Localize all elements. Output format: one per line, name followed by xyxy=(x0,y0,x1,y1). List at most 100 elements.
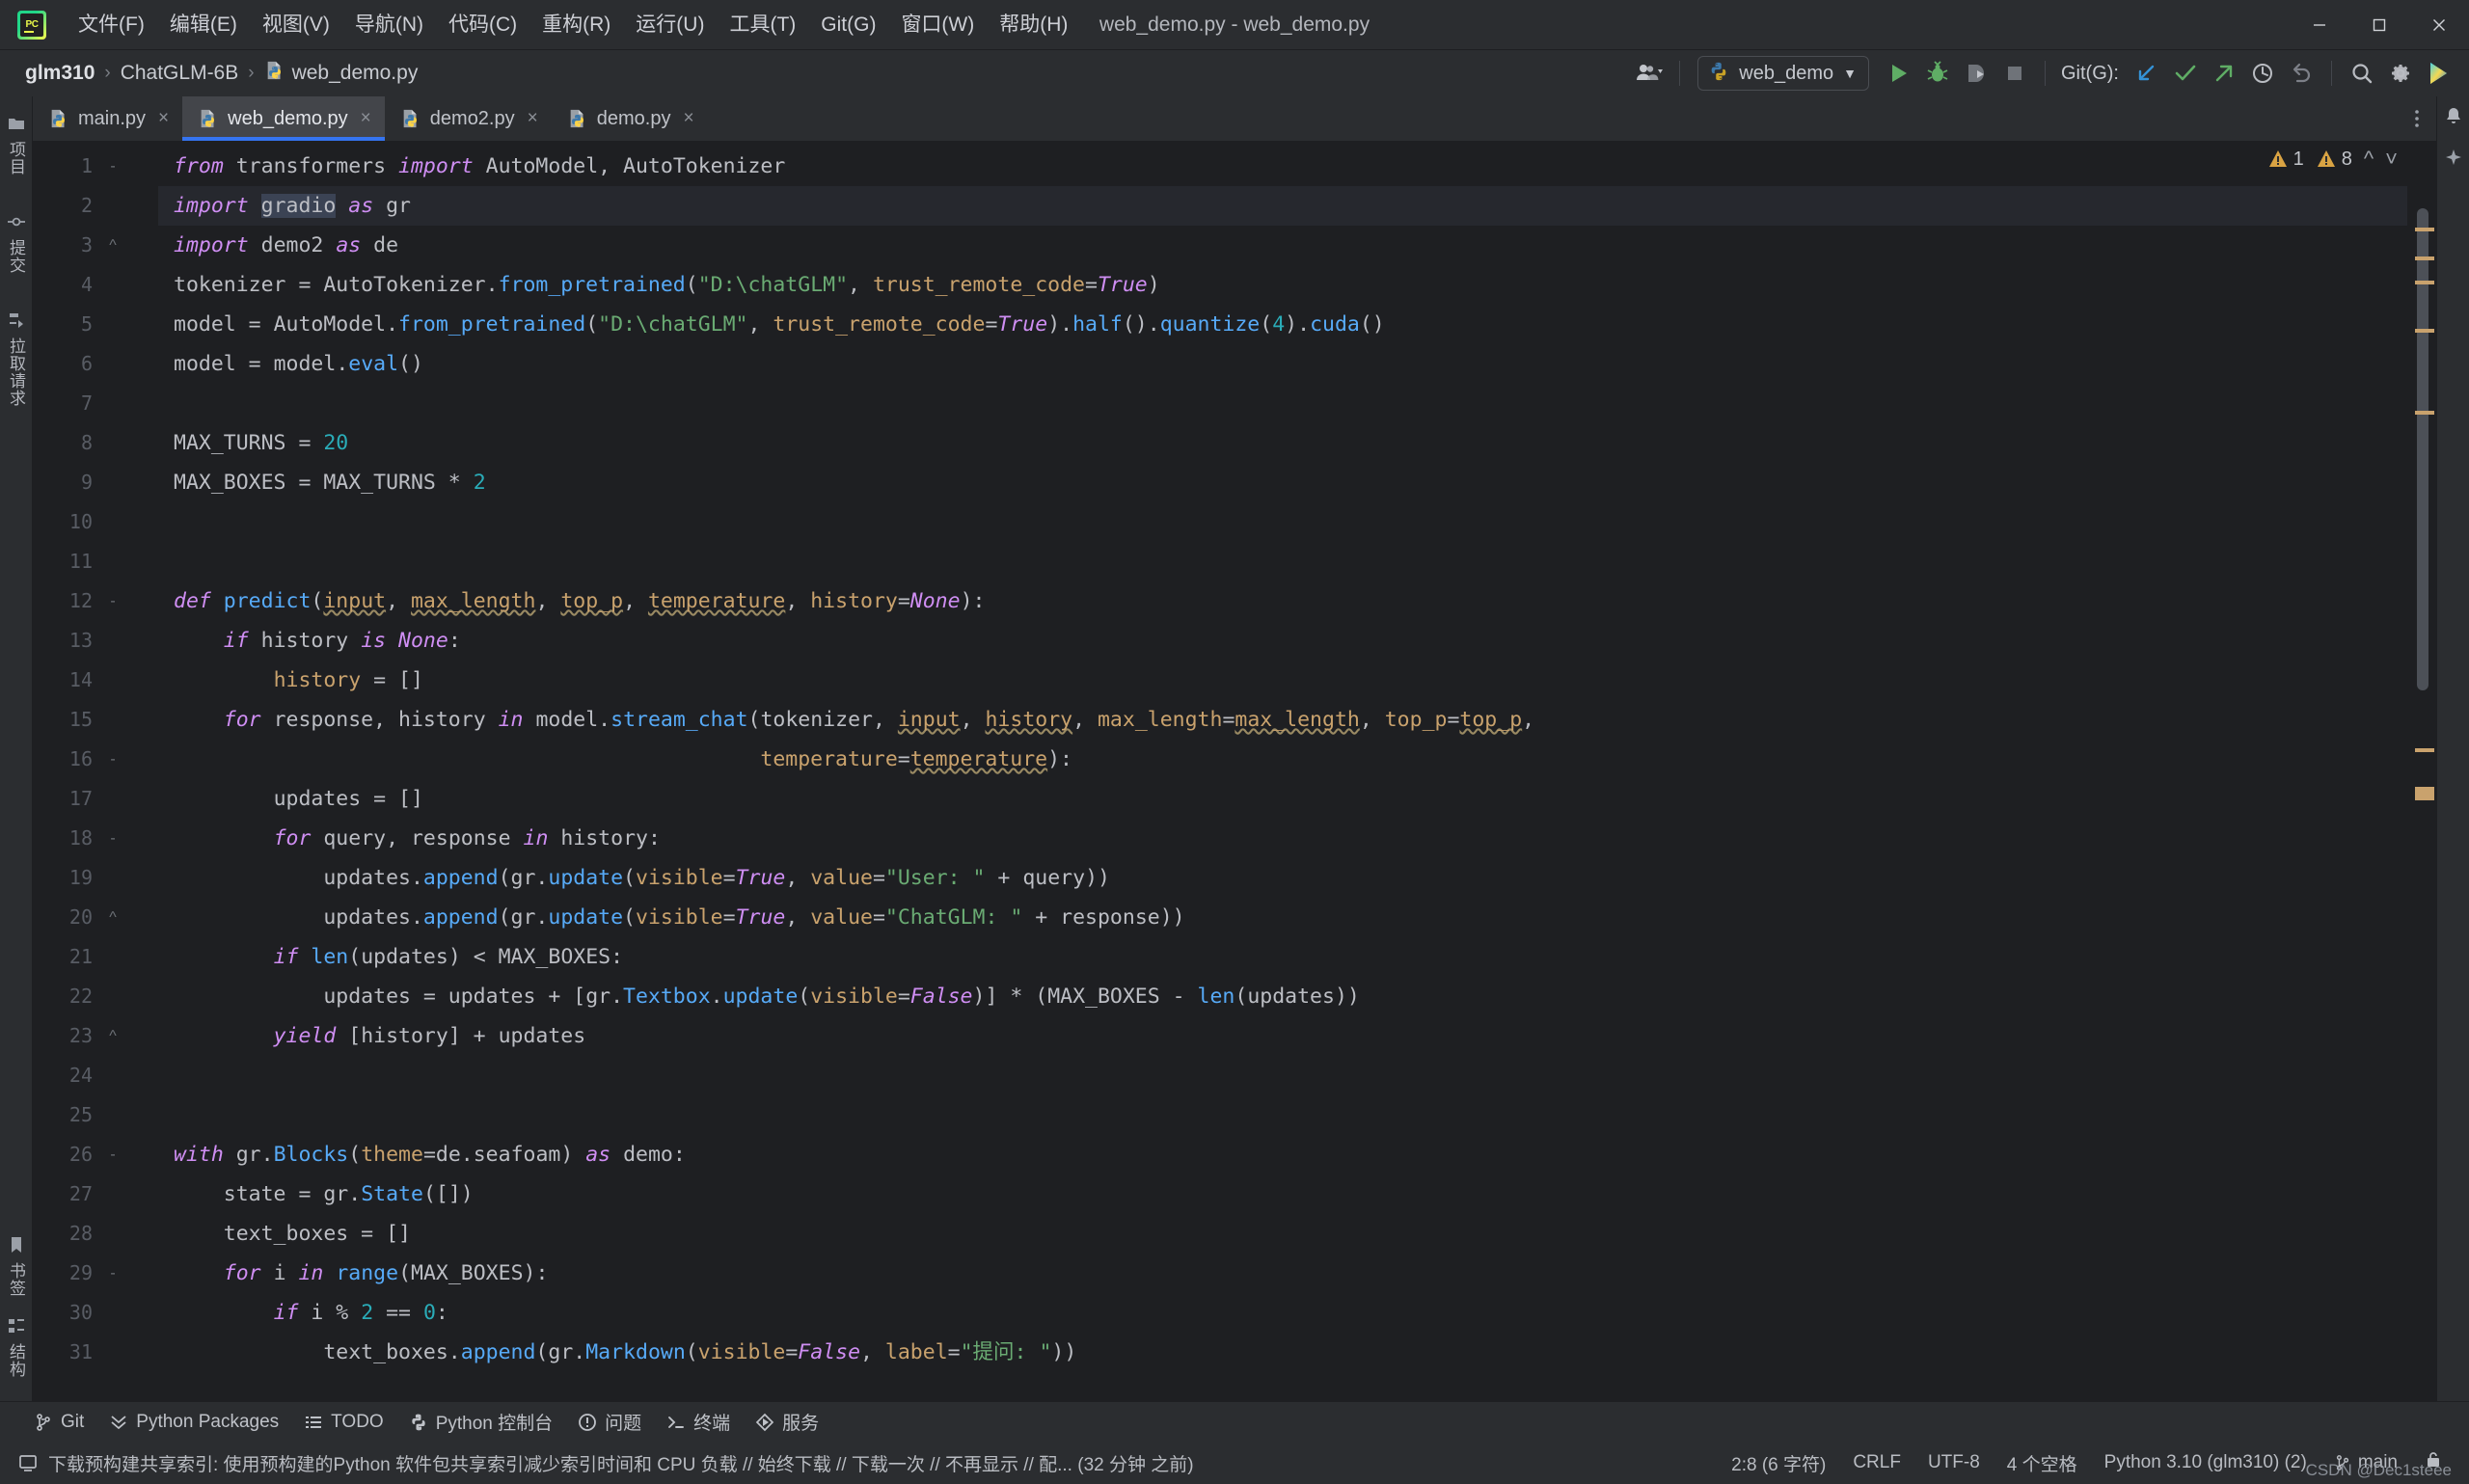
gutter-row[interactable]: 7 xyxy=(33,384,158,423)
inspection-widget[interactable]: 1 8 ^ ˅ xyxy=(2267,147,2398,172)
close-button[interactable] xyxy=(2409,0,2469,50)
search-everywhere-button[interactable] xyxy=(2344,55,2380,92)
code-row[interactable]: history = [] xyxy=(158,661,2407,700)
gutter-row[interactable]: 27 xyxy=(33,1174,158,1214)
breadcrumb-file[interactable]: web_demo.py xyxy=(257,57,426,90)
menu-code[interactable]: 代码(C) xyxy=(436,9,529,40)
close-icon[interactable]: × xyxy=(683,108,693,129)
error-stripe-mark[interactable] xyxy=(2415,411,2434,415)
fold-marker-icon[interactable]: - xyxy=(100,1254,125,1293)
gutter-row[interactable]: 10 xyxy=(33,502,158,542)
toolwin-python-packages[interactable]: Python Packages xyxy=(96,1408,291,1437)
gutter-row[interactable]: 21 xyxy=(33,937,158,977)
tabs-overflow-menu[interactable] xyxy=(2407,96,2436,141)
gutter-row[interactable]: 25 xyxy=(33,1095,158,1135)
tool-bookmarks[interactable]: 书签 xyxy=(1,1226,31,1307)
maximize-button[interactable] xyxy=(2349,0,2409,50)
code-row[interactable]: def predict(input, max_length, top_p, te… xyxy=(158,581,2407,621)
notifications-button[interactable] xyxy=(2443,106,2464,132)
status-caret-position[interactable]: 2:8 (6 字符) xyxy=(1718,1447,1839,1479)
code-row[interactable]: for query, response in history: xyxy=(158,819,2407,858)
toolwin-todo[interactable]: TODO xyxy=(291,1408,396,1437)
error-stripe-mark[interactable] xyxy=(2415,281,2434,284)
run-with-coverage-button[interactable] xyxy=(1958,55,1994,92)
gutter-row[interactable]: 20^ xyxy=(33,898,158,937)
minimize-button[interactable] xyxy=(2290,0,2349,50)
code-row[interactable]: updates = updates + [gr.Textbox.update(v… xyxy=(158,977,2407,1016)
gutter-row[interactable]: 1- xyxy=(33,147,158,186)
run-configuration-selector[interactable]: web_demo ▼ xyxy=(1697,56,1869,91)
code-row[interactable]: model = AutoModel.from_pretrained("D:\ch… xyxy=(158,305,2407,344)
menu-file[interactable]: 文件(F) xyxy=(66,9,157,40)
gutter-row[interactable]: 31 xyxy=(33,1333,158,1372)
code-row[interactable]: for i in range(MAX_BOXES): xyxy=(158,1254,2407,1293)
code-row[interactable] xyxy=(158,1095,2407,1135)
tab-main-py[interactable]: main.py × xyxy=(33,96,182,141)
code-content[interactable]: from transformers import AutoModel, Auto… xyxy=(158,141,2407,1401)
code-row[interactable]: if i % 2 == 0: xyxy=(158,1293,2407,1333)
code-row[interactable]: text_boxes = [] xyxy=(158,1214,2407,1254)
status-interpreter[interactable]: Python 3.10 (glm310) (2) xyxy=(2091,1449,2320,1476)
run-button[interactable] xyxy=(1881,55,1917,92)
status-encoding[interactable]: UTF-8 xyxy=(1914,1449,1994,1476)
gutter-row[interactable]: 9 xyxy=(33,463,158,502)
code-row[interactable]: from transformers import AutoModel, Auto… xyxy=(158,147,2407,186)
gutter-row[interactable]: 23^ xyxy=(33,1016,158,1056)
menu-tools[interactable]: 工具(T) xyxy=(717,9,808,40)
gutter-row[interactable]: 17 xyxy=(33,779,158,819)
code-row[interactable]: for response, history in model.stream_ch… xyxy=(158,700,2407,740)
toolwin-python-console[interactable]: Python 控制台 xyxy=(396,1405,565,1439)
toolwin-services[interactable]: 服务 xyxy=(743,1405,831,1439)
gutter-row[interactable]: 19 xyxy=(33,858,158,898)
status-lock-button[interactable] xyxy=(2411,1447,2455,1478)
code-row[interactable]: state = gr.State([]) xyxy=(158,1174,2407,1214)
close-icon[interactable]: × xyxy=(158,108,169,129)
code-editor[interactable]: 1 8 ^ ˅ 1-23^456789101112-13141516-1718-… xyxy=(33,141,2436,1401)
account-button[interactable] xyxy=(1631,55,1668,92)
menu-window[interactable]: 窗口(W) xyxy=(888,9,987,40)
editor-scrollbar[interactable] xyxy=(2407,141,2436,1401)
ide-assistant-button[interactable] xyxy=(2421,55,2457,92)
tab-web-demo-py[interactable]: web_demo.py × xyxy=(182,96,385,141)
gutter-row[interactable]: 12- xyxy=(33,581,158,621)
gutter-row[interactable]: 29- xyxy=(33,1254,158,1293)
code-row[interactable] xyxy=(158,384,2407,423)
error-stripe-mark[interactable] xyxy=(2415,787,2434,800)
prev-problem-button[interactable]: ^ xyxy=(2364,147,2374,172)
settings-button[interactable] xyxy=(2382,55,2419,92)
menu-navigate[interactable]: 导航(N) xyxy=(342,9,436,40)
close-icon[interactable]: × xyxy=(528,108,538,129)
breadcrumb-project[interactable]: glm310 xyxy=(17,59,102,88)
code-row[interactable]: if history is None: xyxy=(158,621,2407,661)
code-row[interactable]: import gradio as gr xyxy=(158,186,2407,226)
menu-git[interactable]: Git(G) xyxy=(808,9,888,40)
gutter-row[interactable]: 14 xyxy=(33,661,158,700)
weak-warning-count[interactable]: 8 xyxy=(2316,148,2352,171)
debug-button[interactable] xyxy=(1919,55,1956,92)
gutter-row[interactable]: 28 xyxy=(33,1214,158,1254)
error-stripe-mark[interactable] xyxy=(2415,748,2434,752)
gutter-row[interactable]: 6 xyxy=(33,344,158,384)
gutter-row[interactable]: 15 xyxy=(33,700,158,740)
gutter-row[interactable]: 2 xyxy=(33,186,158,226)
code-row[interactable]: updates.append(gr.update(visible=True, v… xyxy=(158,858,2407,898)
code-row[interactable] xyxy=(158,542,2407,581)
gutter-row[interactable]: 16- xyxy=(33,740,158,779)
code-row[interactable]: temperature=temperature): xyxy=(158,740,2407,779)
code-row[interactable]: import demo2 as de xyxy=(158,226,2407,265)
status-line-separator[interactable]: CRLF xyxy=(1839,1449,1914,1476)
error-stripe-mark[interactable] xyxy=(2415,228,2434,231)
code-row[interactable] xyxy=(158,502,2407,542)
fold-marker-icon[interactable]: ^ xyxy=(100,226,125,265)
code-row[interactable]: yield [history] + updates xyxy=(158,1016,2407,1056)
status-message-area[interactable]: 下载预构建共享索引: 使用预构建的Python 软件包共享索引减少索引时间和 C… xyxy=(17,1450,1194,1476)
fold-marker-icon[interactable]: - xyxy=(100,147,125,186)
tool-project[interactable]: 项目 xyxy=(1,104,31,185)
git-history-button[interactable] xyxy=(2244,55,2281,92)
fold-marker-icon[interactable]: - xyxy=(100,740,125,779)
git-push-button[interactable] xyxy=(2206,55,2242,92)
tool-pull-requests[interactable]: 拉取请求 xyxy=(1,301,31,417)
code-row[interactable]: with gr.Blocks(theme=de.seafoam) as demo… xyxy=(158,1135,2407,1174)
git-commit-button[interactable] xyxy=(2167,55,2204,92)
toolwin-terminal[interactable]: 终端 xyxy=(654,1405,743,1439)
